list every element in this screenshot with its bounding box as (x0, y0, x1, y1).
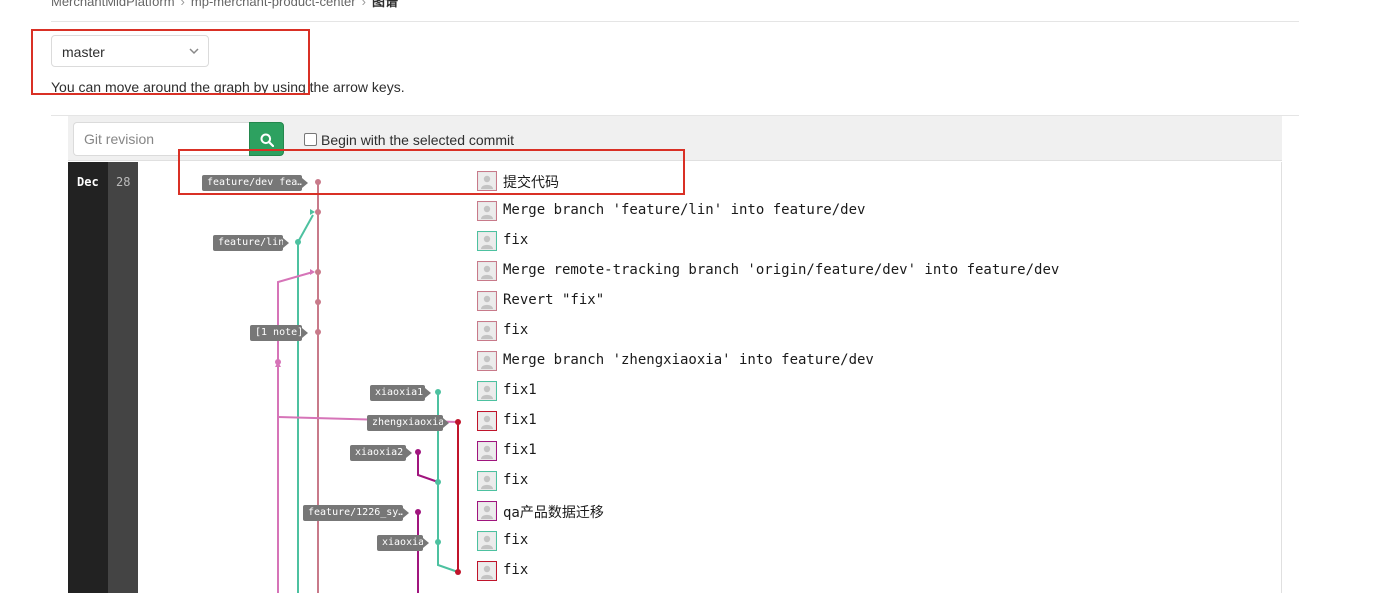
ref-label[interactable]: feature/1226_sy… (303, 505, 403, 521)
branch-line-xiaoxia2 (417, 452, 439, 483)
avatar (477, 351, 497, 371)
commit-message: qa产品数据迁移 (503, 505, 604, 521)
user-icon (479, 443, 495, 459)
avatar (477, 321, 497, 341)
avatar (477, 501, 497, 521)
ref-pointer-icon (425, 388, 431, 398)
commit-message: 提交代码 (503, 175, 559, 191)
ref-label[interactable]: [1 note] (250, 325, 302, 341)
user-icon (479, 233, 495, 249)
ref-pointer-icon (443, 418, 449, 428)
ref-label[interactable]: feature/lin (213, 235, 283, 251)
ref-pointer-icon (403, 508, 409, 518)
arrow-head-icon (310, 209, 315, 215)
commit-node[interactable] (315, 179, 321, 185)
commit-message: fix (503, 232, 529, 248)
commit-node[interactable] (455, 419, 461, 425)
commit-node[interactable] (315, 269, 321, 275)
ref-pointer-icon (423, 538, 429, 548)
user-icon (479, 263, 495, 279)
commit-node[interactable] (415, 449, 421, 455)
user-icon (479, 563, 495, 579)
avatar (477, 471, 497, 491)
commit-node[interactable] (455, 569, 461, 575)
user-icon (479, 203, 495, 219)
avatar (477, 531, 497, 551)
avatar (477, 261, 497, 281)
commit-node[interactable] (315, 299, 321, 305)
avatar (477, 561, 497, 581)
commit-graph-lines (275, 179, 461, 593)
commit-message: Revert "fix" (503, 292, 605, 308)
avatar (477, 411, 497, 431)
ref-label[interactable]: xiaoxia (377, 535, 423, 551)
user-icon (479, 473, 495, 489)
commit-node[interactable] (315, 209, 321, 215)
arrow-head-icon (310, 269, 315, 275)
ref-label[interactable]: feature/dev fea… (202, 175, 302, 191)
ref-pointer-icon (302, 178, 308, 188)
commit-message: Merge remote-tracking branch 'origin/fea… (503, 262, 1060, 278)
avatar (477, 291, 497, 311)
user-icon (479, 383, 495, 399)
user-icon (479, 323, 495, 339)
user-icon (479, 533, 495, 549)
ref-pointer-icon (302, 328, 308, 338)
avatar (477, 231, 497, 251)
commit-node[interactable] (315, 329, 321, 335)
user-icon (479, 353, 495, 369)
commit-node[interactable] (415, 509, 421, 515)
ref-pointer-icon (406, 448, 412, 458)
commit-node[interactable] (435, 479, 441, 485)
commit-message: fix1 (503, 382, 537, 398)
commit-message: Merge branch 'feature/lin' into feature/… (503, 202, 866, 218)
commit-message: fix1 (503, 442, 537, 458)
commit-message: fix (503, 472, 529, 488)
merge-line (297, 214, 314, 243)
branch-line-remote (277, 271, 314, 593)
avatar (477, 441, 497, 461)
user-icon (479, 173, 495, 189)
user-icon (479, 293, 495, 309)
user-icon (479, 503, 495, 519)
commit-node[interactable] (435, 389, 441, 395)
commit-message: Merge branch 'zhengxiaoxia' into feature… (503, 352, 874, 368)
ref-label[interactable]: xiaoxia2 (350, 445, 406, 461)
commit-message: fix (503, 562, 529, 578)
commit-node[interactable] (275, 359, 281, 365)
commit-node[interactable] (295, 239, 301, 245)
commit-message: fix (503, 532, 529, 548)
avatar (477, 201, 497, 221)
ref-label[interactable]: zhengxiaoxia (367, 415, 443, 431)
avatar (477, 381, 497, 401)
avatar (477, 171, 497, 191)
user-icon (479, 413, 495, 429)
ref-pointer-icon (283, 238, 289, 248)
commit-message: fix (503, 322, 529, 338)
ref-label[interactable]: xiaoxia1 (370, 385, 425, 401)
commit-node[interactable] (435, 539, 441, 545)
commit-message: fix1 (503, 412, 537, 428)
